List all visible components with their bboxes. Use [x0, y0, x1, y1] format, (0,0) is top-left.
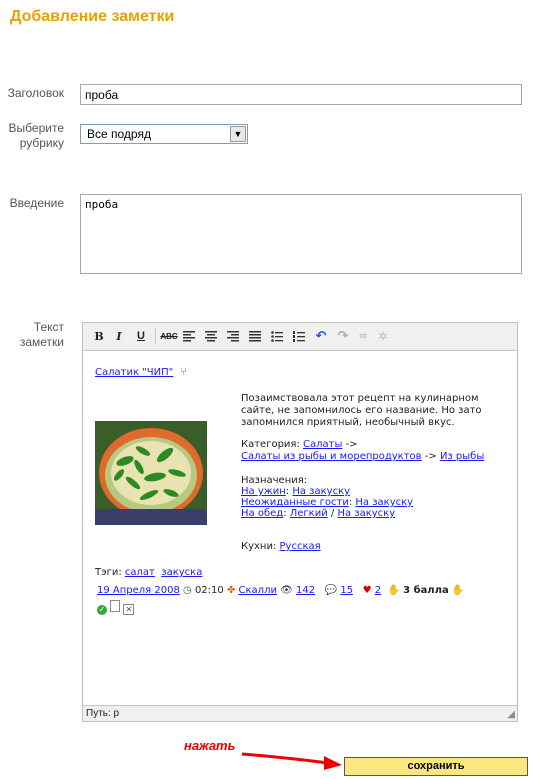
cuisine-link[interactable]: Русская	[280, 541, 321, 552]
thumb-down-icon[interactable]: ✋	[452, 585, 464, 596]
delete-icon[interactable]: ✕	[123, 604, 135, 615]
category-label: Категория:	[241, 439, 300, 450]
editor-toolbar: B I U ABC ↶ ↷ ∞ ✲	[83, 323, 517, 351]
likes-link[interactable]: 2	[375, 585, 381, 596]
tag-link[interactable]: салат	[125, 567, 155, 578]
author-link[interactable]: Скалли	[239, 585, 277, 596]
category-arrow: ->	[424, 451, 437, 462]
purpose-link[interactable]: На закуску	[355, 497, 413, 508]
tags-row: Тэги: салат закуска	[95, 567, 202, 578]
align-right-icon[interactable]	[225, 328, 241, 344]
editor-content[interactable]: Салатик "ЧИП" ⑂ Позаимствовала этот реце…	[83, 351, 517, 704]
strikethrough-icon[interactable]: ABC	[160, 328, 177, 344]
unlink-icon[interactable]: ✲	[375, 328, 391, 344]
text-label-line1: Текст	[33, 320, 64, 334]
rubric-label: Выберите рубрику	[6, 121, 64, 151]
numbered-list-icon[interactable]	[291, 328, 307, 344]
purpose-block: Назначения: На ужин: На закуску Неожидан…	[241, 475, 414, 519]
desc-line: сайте, не запомнилось его название. Но з…	[241, 405, 482, 416]
rubric-label-line1: Выберите	[8, 121, 64, 135]
bullet-list-icon[interactable]	[269, 328, 285, 344]
save-button[interactable]: сохранить	[344, 757, 528, 776]
page-title: Добавление заметки	[10, 8, 175, 25]
check-icon[interactable]: ✓	[97, 605, 107, 615]
editor-statusbar: Путь: p ◢	[83, 705, 517, 721]
rubric-label-line2: рубрику	[19, 136, 64, 150]
align-justify-icon[interactable]	[247, 328, 263, 344]
italic-icon[interactable]: I	[111, 328, 127, 344]
purpose-label: Назначения:	[241, 475, 308, 486]
purpose-link[interactable]: На закуску	[292, 486, 350, 497]
desc-line: запомнился приятный, необычный вкус.	[241, 417, 455, 428]
recipe-link-row: Салатик "ЧИП" ⑂	[95, 365, 187, 378]
thumb-up-icon[interactable]: ✋	[388, 585, 400, 596]
tags-label: Тэги:	[95, 567, 122, 578]
purpose-link[interactable]: Неожиданные гости	[241, 497, 349, 508]
text-label: Текст заметки	[6, 320, 64, 350]
category-link[interactable]: Салаты из рыбы и морепродуктов	[241, 451, 422, 462]
heart-icon: ♥	[362, 585, 372, 596]
category-link[interactable]: Салаты	[303, 439, 342, 450]
redo-icon[interactable]: ↷	[335, 328, 351, 344]
resize-handle-icon[interactable]: ◢	[507, 707, 515, 722]
link-icon[interactable]: ∞	[355, 328, 371, 344]
recipe-photo	[95, 421, 207, 525]
rubric-select[interactable]: Все подряд ▼	[80, 124, 248, 144]
fork-icon: ⑂	[180, 365, 188, 378]
time-text: 02:10	[194, 585, 224, 596]
purpose-link[interactable]: На ужин	[241, 486, 286, 497]
action-icons: ✓ ✕	[97, 600, 135, 615]
document-icon[interactable]	[110, 600, 121, 612]
purpose-link[interactable]: На закуску	[337, 508, 395, 519]
views-link[interactable]: 142	[296, 585, 315, 596]
desc-line: Позаимствовала этот рецепт на кулинарном	[241, 393, 479, 404]
recipe-description: Позаимствовала этот рецепт на кулинарном…	[241, 393, 482, 429]
clock-icon: ◷	[183, 585, 192, 596]
heading-input[interactable]	[80, 84, 522, 105]
cuisine-row: Кухни: Русская	[241, 541, 321, 552]
rich-text-editor[interactable]: B I U ABC ↶ ↷ ∞ ✲ Салатик "ЧИП" ⑂ Позаим…	[82, 322, 518, 722]
intro-textarea[interactable]: проба	[80, 194, 522, 274]
purpose-link[interactable]: На обед	[241, 508, 283, 519]
rating-text: 3 балла	[403, 585, 449, 596]
comments-link[interactable]: 15	[340, 585, 353, 596]
date-link[interactable]: 19 Апреля 2008	[97, 585, 180, 596]
tag-link[interactable]: закуска	[161, 567, 202, 578]
align-center-icon[interactable]	[203, 328, 219, 344]
meta-row: 19 Апреля 2008 ◷ 02:10 ✤ Скалли 👁 142 💬 …	[97, 585, 464, 596]
clover-icon: ✤	[226, 585, 236, 596]
category-link[interactable]: Из рыбы	[440, 451, 484, 462]
undo-icon[interactable]: ↶	[313, 328, 329, 344]
purpose-link[interactable]: Легкий	[290, 508, 328, 519]
underline-icon[interactable]: U	[133, 328, 149, 344]
comment-icon: 💬	[324, 585, 338, 596]
category-block: Категория: Салаты -> Салаты из рыбы и мо…	[241, 439, 484, 463]
heading-label: Заголовок	[7, 86, 64, 100]
path-text: Путь: p	[86, 708, 120, 719]
text-label-line2: заметки	[19, 335, 64, 349]
red-arrow-icon	[241, 752, 342, 770]
align-left-icon[interactable]	[181, 328, 197, 344]
category-arrow: ->	[345, 439, 358, 450]
recipe-link[interactable]: Салатик "ЧИП"	[95, 367, 173, 378]
chevron-down-icon[interactable]: ▼	[230, 126, 246, 142]
intro-label: Введение	[9, 196, 64, 210]
rubric-selected-value: Все подряд	[87, 127, 151, 141]
bold-icon[interactable]: B	[91, 328, 107, 344]
cuisine-label: Кухни:	[241, 541, 277, 552]
eye-icon: 👁	[280, 585, 293, 596]
arrow-label: нажать	[184, 738, 236, 753]
